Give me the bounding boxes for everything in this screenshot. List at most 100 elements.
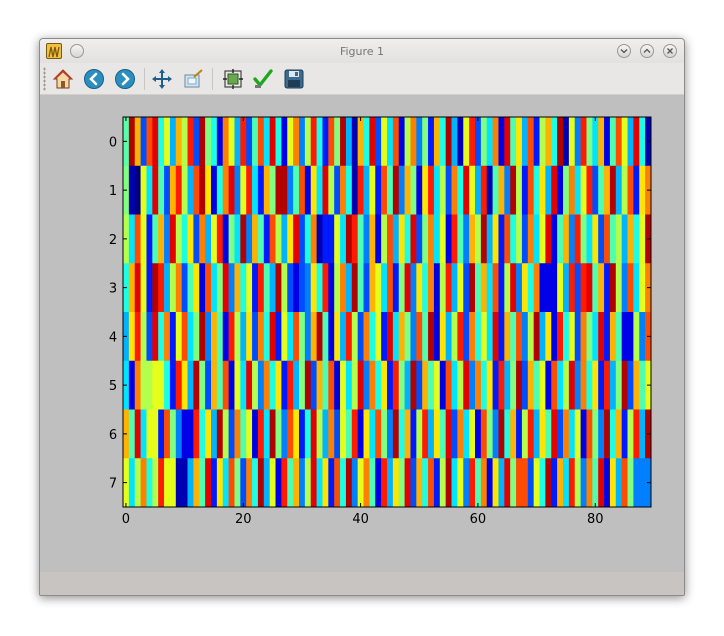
heatmap-cell — [310, 409, 317, 459]
close-button[interactable] — [663, 44, 677, 58]
heatmap-cell — [439, 458, 446, 508]
home-button[interactable] — [50, 66, 76, 92]
heatmap-cell — [228, 214, 235, 264]
heatmap-cell — [398, 409, 405, 459]
heatmap-cell — [164, 312, 171, 362]
heatmap-cell — [433, 458, 441, 508]
heatmap-cell — [609, 263, 617, 313]
heatmap-cell — [363, 409, 370, 459]
heatmap-cell — [340, 458, 347, 508]
heatmap-cell — [621, 409, 628, 459]
heatmap-cell — [539, 360, 546, 410]
heatmap-cell — [228, 117, 235, 167]
minimize-button[interactable] — [617, 44, 631, 58]
heatmap-cell — [568, 360, 576, 410]
heatmap-cell — [381, 360, 388, 410]
heatmap-cell — [598, 117, 605, 167]
heatmap-cell — [363, 458, 370, 508]
heatmap-cell — [498, 117, 505, 167]
heatmap-cell — [504, 360, 511, 410]
heatmap-cell — [609, 214, 617, 264]
heatmap-cell — [216, 409, 224, 459]
heatmap-cell — [533, 409, 540, 459]
heatmap-cell — [410, 165, 417, 215]
heatmap-cell — [281, 117, 288, 167]
heatmap-cell — [404, 360, 411, 410]
heatmap-cell — [586, 409, 593, 459]
heatmap-cell — [152, 360, 159, 410]
heatmap-cell — [457, 165, 464, 215]
edit-axis-button[interactable] — [250, 66, 276, 92]
heatmap-cell — [533, 117, 540, 167]
heatmap-cell — [310, 165, 317, 215]
heatmap-cell — [580, 165, 587, 215]
y-tick-label: 1 — [109, 184, 117, 199]
zoom-button[interactable] — [180, 66, 206, 92]
heatmap-cell — [428, 214, 435, 264]
heatmap-cell — [486, 409, 493, 459]
heatmap-cell — [175, 214, 182, 264]
heatmap-cell — [193, 165, 200, 215]
heatmap-cell — [387, 312, 394, 362]
heatmap-cell — [439, 214, 446, 264]
heatmap-cell — [557, 214, 564, 264]
heatmap-cell — [633, 165, 640, 215]
heatmap-cell — [175, 409, 182, 459]
heatmap-cell — [480, 165, 488, 215]
save-button[interactable] — [281, 66, 307, 92]
subplots-button[interactable] — [220, 66, 246, 92]
heatmap-cell — [568, 214, 576, 264]
heatmap-cell — [433, 360, 441, 410]
title-bar[interactable]: Figure 1 — [40, 39, 684, 63]
heatmap-cell — [580, 312, 587, 362]
heatmap-cell — [627, 458, 634, 508]
heatmap-cell — [351, 312, 358, 362]
heatmap-cell — [287, 214, 294, 264]
heatmap-cell — [480, 360, 488, 410]
heatmap-cell — [269, 360, 276, 410]
heatmap-cell — [140, 312, 147, 362]
figure-canvas[interactable]: 0 20 40 60 80 0 1 2 3 4 5 6 7 — [40, 96, 684, 572]
heatmap-cell — [604, 165, 611, 215]
heatmap-cell — [357, 458, 364, 508]
heatmap-cell — [246, 360, 253, 410]
heatmap-cell — [351, 409, 358, 459]
heatmap-cell — [539, 458, 546, 508]
heatmap-cell — [592, 214, 599, 264]
back-button[interactable] — [81, 66, 107, 92]
heatmap-cell — [545, 117, 552, 167]
heatmap-cell — [369, 360, 376, 410]
heatmap-cell — [639, 312, 646, 362]
heatmap-cell — [128, 263, 136, 313]
heatmap-cell — [175, 165, 182, 215]
heatmap-cell — [445, 117, 452, 167]
heatmap-cell — [205, 409, 212, 459]
heatmap-cell — [158, 409, 165, 459]
toolbar-grip[interactable] — [43, 67, 46, 91]
heatmap-cell — [586, 117, 593, 167]
heatmap-cell — [592, 409, 599, 459]
heatmap-cell — [516, 409, 523, 459]
heatmap-cell — [158, 165, 165, 215]
heatmap-cell — [211, 263, 218, 313]
heatmap-cell — [533, 312, 540, 362]
heatmap-cell — [504, 117, 511, 167]
heatmap-cell — [568, 117, 576, 167]
heatmap-cell — [263, 117, 270, 167]
forward-button[interactable] — [112, 66, 138, 92]
heatmap-cell — [234, 409, 241, 459]
heatmap-cell — [469, 117, 476, 167]
heatmap-cell — [134, 360, 141, 410]
heatmap-cell — [498, 409, 505, 459]
heatmap-cell — [463, 214, 470, 264]
heatmap-cell — [181, 263, 188, 313]
maximize-button[interactable] — [640, 44, 654, 58]
heatmap-cell — [463, 117, 470, 167]
pan-button[interactable] — [149, 66, 175, 92]
heatmap-cell — [152, 263, 159, 313]
heatmap-cell — [363, 165, 370, 215]
heatmap-cell — [322, 117, 329, 167]
heatmap-cell — [334, 458, 341, 508]
subplots-icon — [223, 69, 243, 89]
heatmap-cell — [334, 214, 341, 264]
